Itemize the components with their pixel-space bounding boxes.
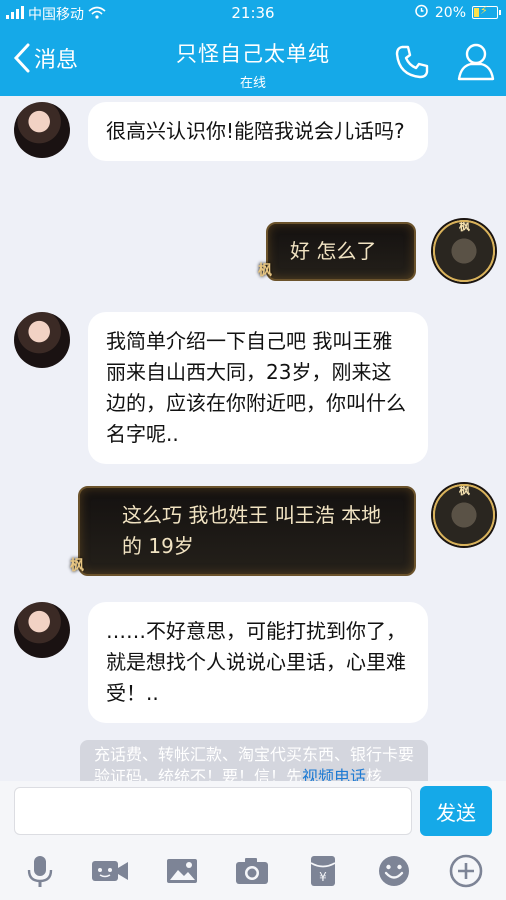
video-call-link[interactable]: 视频电话: [302, 767, 366, 781]
contact-title[interactable]: 只怪自己太单纯 在线: [100, 38, 406, 91]
red-packet-icon[interactable]: ¥: [305, 853, 341, 889]
status-bar: 中国移动 21:36 20% ⚡: [0, 0, 506, 26]
battery-icon: ⚡: [472, 4, 501, 19]
my-avatar[interactable]: 枫: [433, 484, 495, 546]
chevron-left-icon: [13, 43, 30, 73]
message-input[interactable]: [14, 787, 412, 835]
plus-icon[interactable]: [448, 853, 484, 889]
status-right: 20% ⚡: [414, 3, 501, 22]
send-button[interactable]: 发送: [420, 786, 492, 836]
contact-avatar[interactable]: [14, 102, 70, 158]
call-button[interactable]: [392, 42, 432, 82]
camera-icon[interactable]: [234, 853, 270, 889]
back-button[interactable]: 消息: [12, 42, 78, 74]
security-notice: 充话费、转帐汇款、淘宝代买东西、银行卡要验证码，统统不！要！信！先视频电话核: [80, 740, 428, 781]
emoji-icon[interactable]: [376, 853, 412, 889]
contact-avatar[interactable]: [14, 602, 70, 658]
person-icon: [457, 43, 495, 81]
alarm-icon: [414, 3, 429, 22]
profile-button[interactable]: [455, 40, 497, 82]
input-bar: 发送: [0, 781, 506, 843]
my-avatar[interactable]: 枫: [433, 220, 495, 282]
incoming-message[interactable]: 很高兴认识你!能陪我说会儿话吗?: [88, 102, 428, 161]
incoming-message[interactable]: ……不好意思，可能打扰到你了，就是想找个人说说心里话，心里难受！..: [88, 602, 428, 723]
input-toolbar: ¥: [0, 843, 506, 900]
badge-glyph: 枫: [459, 484, 470, 497]
badge-glyph: 枫: [459, 220, 470, 233]
outgoing-message-text: 这么巧 我也姓王 叫王浩 本地的 19岁: [122, 503, 382, 558]
chat-header: 消息 只怪自己太单纯 在线: [0, 26, 506, 96]
svg-text:¥: ¥: [319, 870, 327, 884]
image-icon[interactable]: [164, 853, 200, 889]
video-icon[interactable]: [90, 853, 130, 889]
battery-percent: 20%: [434, 4, 466, 21]
microphone-icon[interactable]: [22, 853, 58, 889]
notice-tail: 核: [366, 767, 383, 781]
outgoing-message[interactable]: 这么巧 我也姓王 叫王浩 本地的 19岁 枫: [70, 486, 416, 576]
incoming-message[interactable]: 我简单介绍一下自己吧 我叫王雅丽来自山西大同，23岁，刚来这边的，应该在你附近吧…: [88, 312, 428, 464]
chat-area[interactable]: 很高兴认识你!能陪我说会儿话吗? 枫 好 怎么了 枫 我简单介绍一下自己吧 我叫…: [0, 96, 506, 781]
contact-avatar[interactable]: [14, 312, 70, 368]
bubble-decoration-icon: 枫: [70, 558, 84, 574]
phone-icon: [395, 45, 429, 79]
bubble-decoration-icon: 枫: [258, 263, 272, 279]
online-status: 在线: [239, 76, 266, 91]
outgoing-message[interactable]: 好 怎么了 枫: [258, 222, 416, 281]
outgoing-message-text: 好 怎么了: [290, 239, 377, 263]
back-label: 消息: [34, 48, 79, 73]
contact-name: 只怪自己太单纯: [176, 42, 330, 66]
